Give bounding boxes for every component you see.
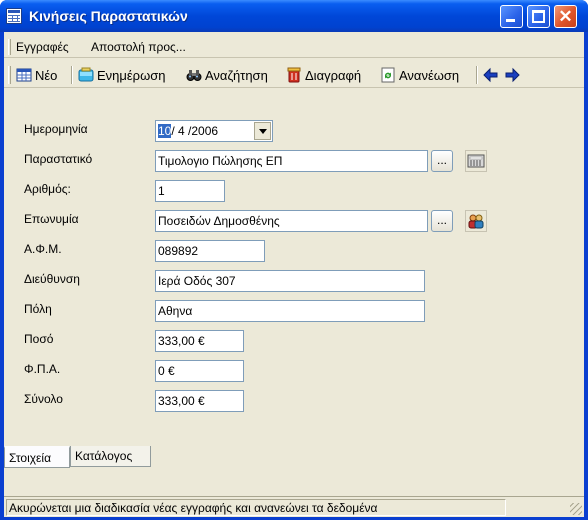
vat-field[interactable]: 0 € — [155, 360, 244, 382]
refresh-label: Ανανέωση — [399, 67, 460, 83]
new-label: Νέο — [35, 67, 58, 83]
chevron-down-icon[interactable] — [254, 122, 271, 140]
next-button[interactable] — [504, 65, 520, 85]
total-field[interactable]: 333,00 € — [155, 390, 244, 412]
amount-label: Ποσό — [24, 332, 54, 346]
arrow-left-icon — [483, 67, 498, 83]
refresh-button[interactable]: Ανανέωση — [380, 65, 459, 85]
city-field[interactable]: Αθηνα — [155, 300, 425, 322]
update-label: Ενημέρωση — [97, 67, 166, 83]
date-rest: / 4 /2006 — [171, 124, 219, 138]
customers-button[interactable] — [465, 210, 487, 232]
document-field[interactable]: Τιμολογιο Πώλησης ΕΠ — [155, 150, 428, 172]
search-button[interactable]: Αναζήτηση — [186, 65, 268, 85]
database-icon — [78, 67, 94, 82]
number-label: Αριθμός: — [24, 182, 71, 196]
document-label: Παραστατικό — [24, 152, 93, 166]
minimize-button[interactable] — [500, 5, 523, 28]
delete-icon — [287, 67, 301, 83]
menu-records[interactable]: Εγγραφές — [16, 40, 69, 54]
details-form: Ημερομηνία 10/ 4 /2006 Παραστατικό Τιμολ… — [4, 90, 574, 448]
date-label: Ημερομηνία — [24, 122, 88, 136]
date-day-selected: 10 — [158, 124, 172, 138]
search-label: Αναζήτηση — [205, 67, 268, 83]
delete-button[interactable]: Διαγραφή — [286, 65, 361, 85]
refresh-icon — [381, 67, 395, 83]
toolbar-separator — [71, 66, 73, 84]
toolbar-grip[interactable] — [8, 66, 11, 84]
previous-button[interactable] — [483, 65, 499, 85]
number-field[interactable]: 1 — [155, 180, 225, 202]
vat-label: Φ.Π.Α. — [24, 362, 61, 376]
resize-grip[interactable] — [570, 503, 582, 515]
address-label: Διεύθυνση — [24, 272, 80, 286]
tab-details[interactable]: Στοιχεία — [4, 446, 70, 468]
users-icon — [468, 214, 484, 229]
vat-id-field[interactable]: 089892 — [155, 240, 265, 262]
close-button[interactable]: ✕ — [554, 5, 577, 28]
minimize-icon — [506, 19, 515, 22]
total-label: Σύνολο — [24, 392, 63, 406]
calculator-icon — [467, 154, 485, 168]
name-field[interactable]: Ποσειδών Δημοσθένης — [155, 210, 428, 232]
date-picker[interactable]: 10/ 4 /2006 — [155, 120, 273, 142]
app-window: Κινήσεις Παραστατικών ✕ Εγγραφές Αποστολ… — [0, 0, 588, 520]
tab-strip: Στοιχεία Κατάλογος — [4, 446, 584, 468]
delete-label: Διαγραφή — [305, 67, 362, 83]
vat-id-label: Α.Φ.Μ. — [24, 242, 62, 256]
city-label: Πόλη — [24, 302, 52, 316]
name-label: Επωνυμία — [24, 212, 79, 226]
menubar-grip[interactable] — [8, 39, 11, 55]
toolbar-separator — [476, 66, 478, 84]
menu-send-to[interactable]: Αποστολή προς... — [91, 40, 186, 54]
document-calculator-button[interactable] — [465, 150, 487, 172]
table-icon — [16, 68, 32, 82]
title-bar[interactable]: Κινήσεις Παραστατικών ✕ — [0, 0, 588, 32]
status-bar: Ακυρώνεται μια διαδικασία νέας εγγραφής … — [4, 496, 584, 517]
new-button[interactable]: Νέο — [16, 65, 57, 85]
amount-field[interactable]: 333,00 € — [155, 330, 244, 352]
binoculars-icon — [186, 70, 202, 81]
window-title: Κινήσεις Παραστατικών — [29, 8, 188, 24]
toolbar: Νέο Ενημέρωση Αναζήτηση Διαγραφή Ανανέωσ… — [4, 62, 584, 88]
document-browse-button[interactable]: ... — [431, 150, 453, 172]
status-message: Ακυρώνεται μια διαδικασία νέας εγγραφής … — [6, 499, 506, 516]
address-field[interactable]: Ιερά Οδός 307 — [155, 270, 425, 292]
menu-bar: Εγγραφές Αποστολή προς... — [4, 36, 584, 58]
name-browse-button[interactable]: ... — [431, 210, 453, 232]
arrow-right-icon — [505, 67, 520, 83]
table-icon — [6, 8, 22, 24]
update-button[interactable]: Ενημέρωση — [78, 65, 166, 85]
window-client-area: Εγγραφές Αποστολή προς... Νέο Ενημέρωση … — [4, 32, 584, 517]
tab-list[interactable]: Κατάλογος — [70, 446, 151, 467]
maximize-icon — [532, 10, 545, 23]
close-icon: ✕ — [558, 7, 573, 26]
maximize-button[interactable] — [527, 5, 550, 28]
